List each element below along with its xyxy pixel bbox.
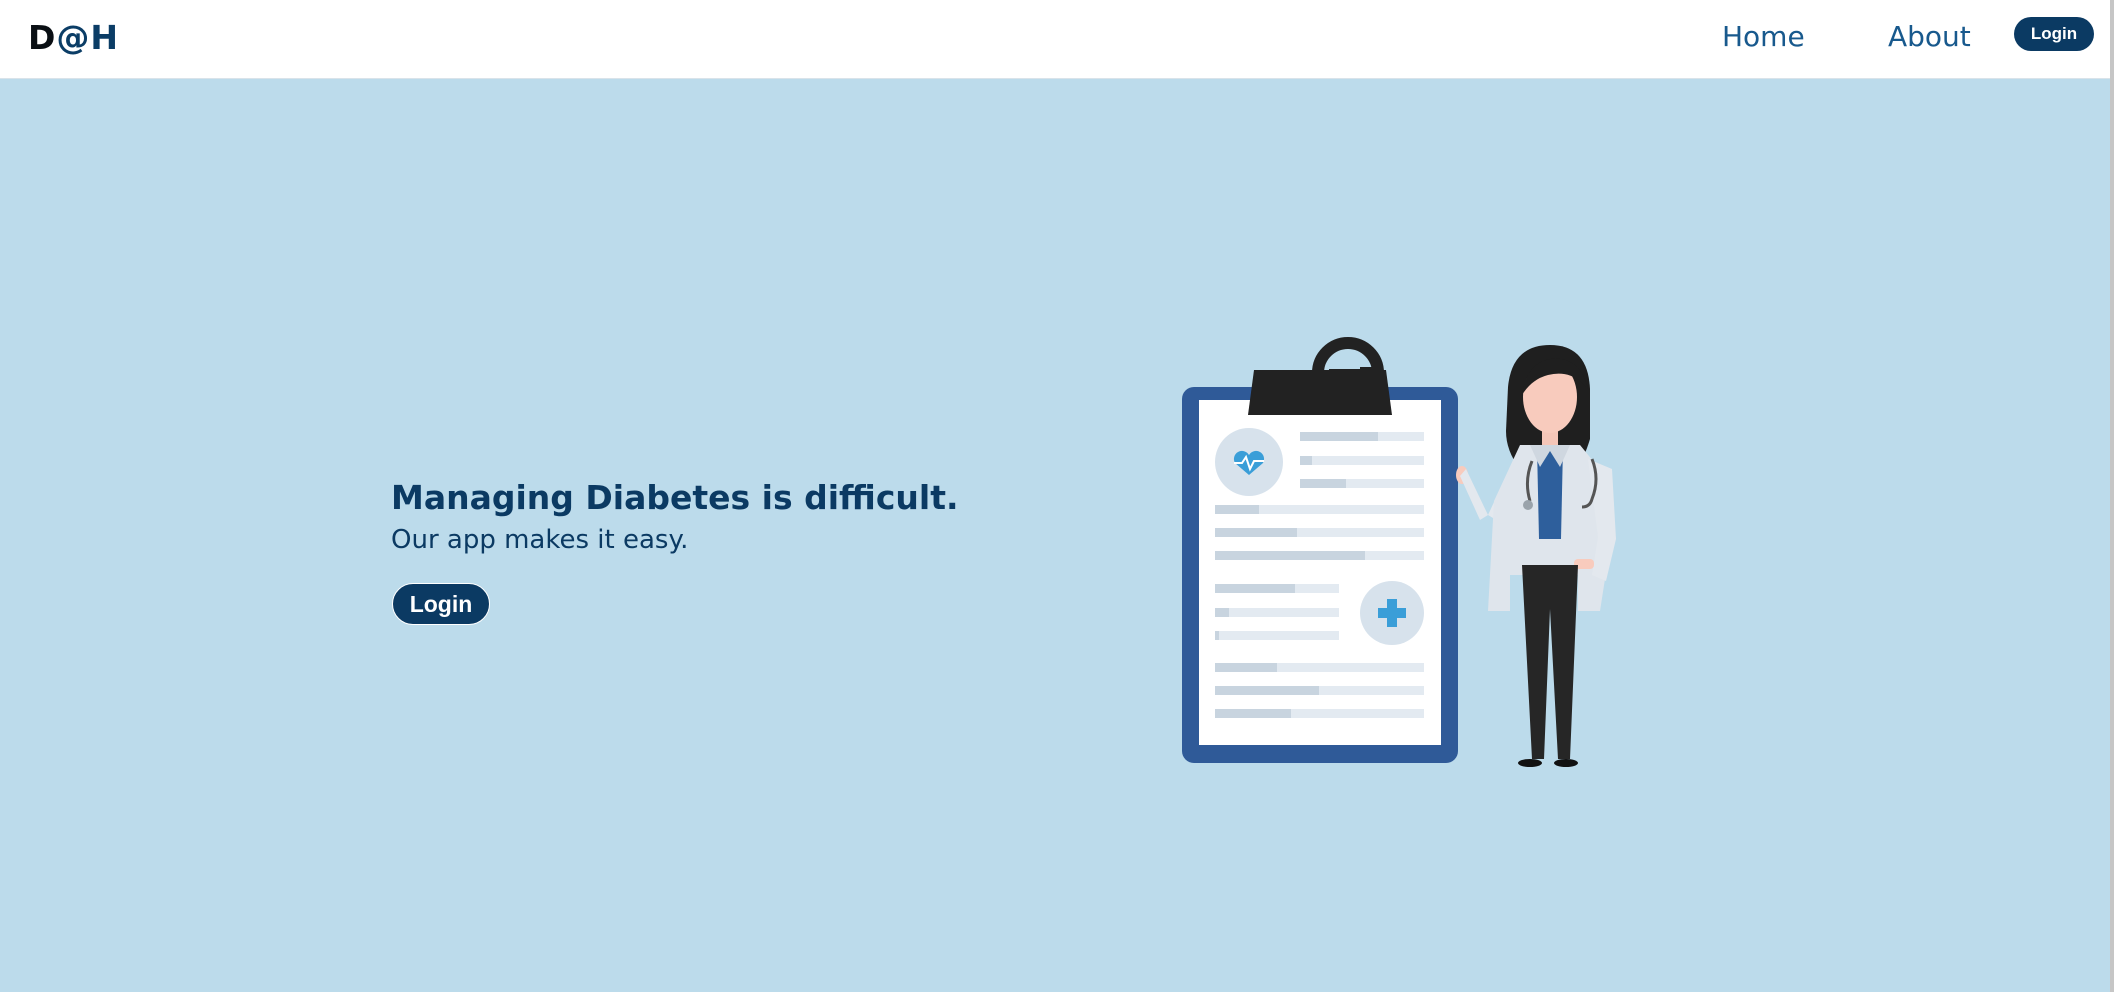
nav-about-link[interactable]: About [1888, 20, 1971, 53]
doctor-figure [1456, 345, 1616, 767]
brand-logo[interactable]: D@H [28, 18, 119, 57]
hero-login-button[interactable]: Login [392, 583, 490, 625]
hero-section [0, 79, 2110, 992]
clipboard-illustration [1182, 337, 1458, 763]
top-navbar: D@H Home About Login [0, 0, 2110, 79]
nav-login-button[interactable]: Login [2014, 17, 2094, 51]
page-scrollbar[interactable] [2110, 0, 2114, 992]
nav-home-link[interactable]: Home [1722, 20, 1805, 53]
brand-at: @ [56, 18, 91, 57]
hero-headline: Managing Diabetes is difficult. [391, 478, 959, 517]
brand-prefix: D [28, 18, 57, 57]
hero-subline: Our app makes it easy. [391, 525, 689, 555]
doctor-clipboard-illustration [1182, 337, 1616, 767]
brand-suffix: H [90, 18, 120, 57]
